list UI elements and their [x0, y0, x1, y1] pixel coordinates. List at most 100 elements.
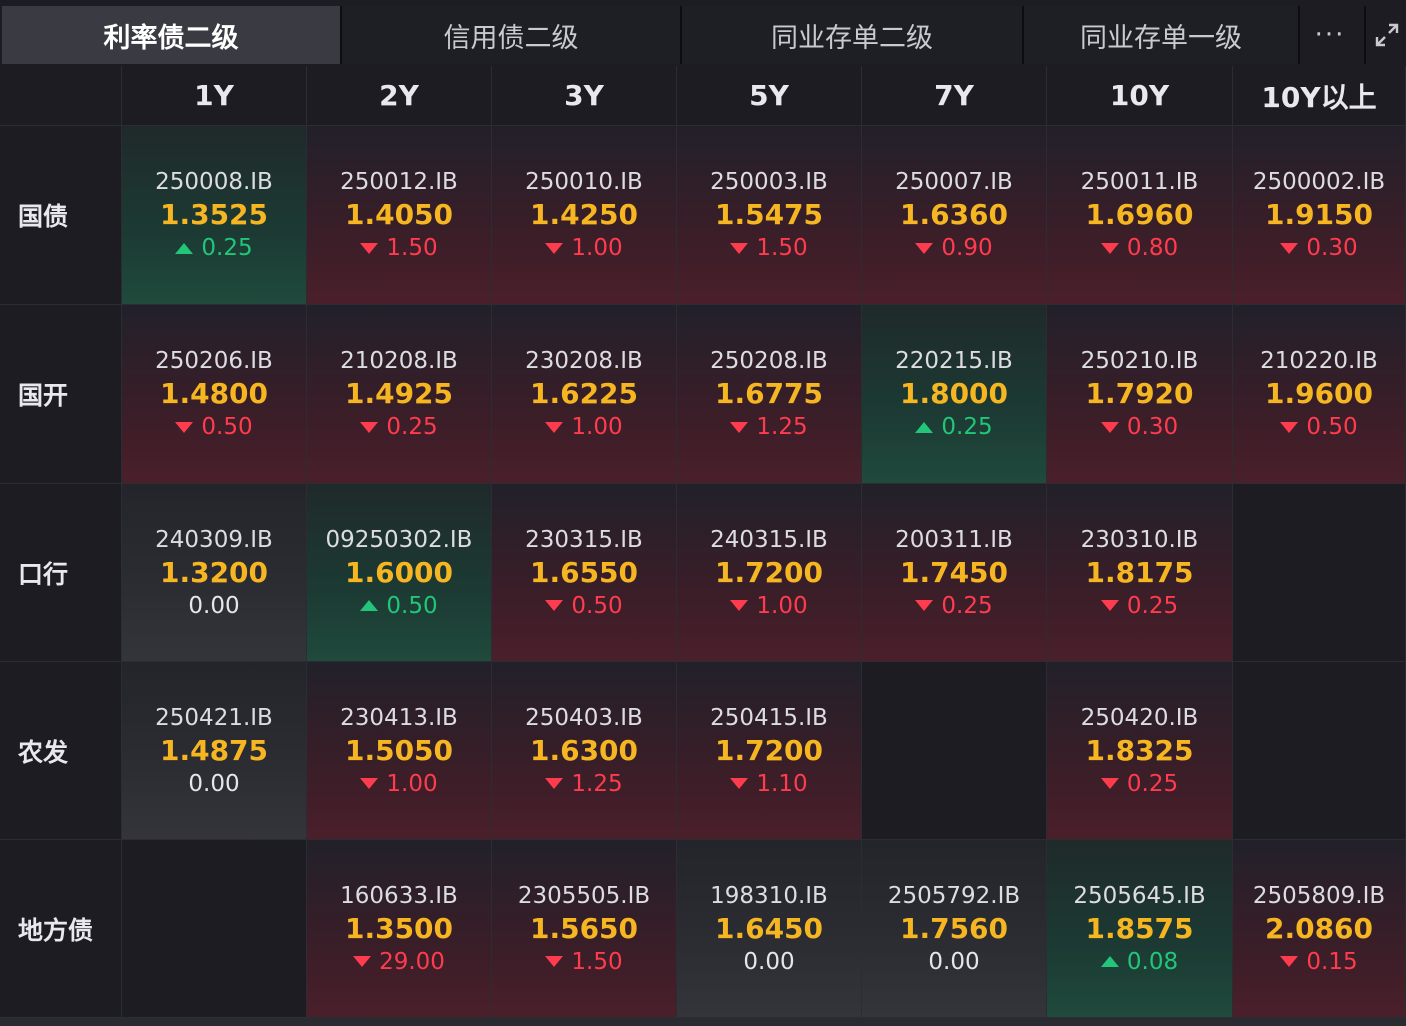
bond-yield: 1.8325	[1085, 733, 1194, 767]
change-value: 1.25	[571, 770, 623, 797]
bond-yield: 1.4800	[159, 377, 269, 410]
triangle-down-icon	[545, 242, 564, 254]
column-header: 2Y	[307, 66, 492, 126]
bond-cell[interactable]: 250210.IB 1.7920 0.30	[1047, 305, 1233, 484]
bond-cell[interactable]: 250008.IB 1.3525 0.25	[122, 126, 307, 305]
yield-change: 0.30	[1100, 411, 1178, 443]
bond-yield: 1.4250	[529, 198, 639, 231]
bond-cell[interactable]: 210208.IB 1.4925 0.25	[307, 305, 492, 484]
triangle-down-icon	[360, 778, 379, 789]
column-header: 1Y	[122, 66, 307, 126]
bond-cell[interactable]: 09250302.IB 1.6000 0.50	[307, 484, 492, 662]
bond-cell[interactable]: 250420.IB 1.8325 0.25	[1047, 662, 1233, 840]
bond-yield: 1.8175	[1085, 555, 1194, 589]
bond-cell[interactable]: 250206.IB 1.4800 0.50	[122, 305, 307, 484]
change-value: 0.15	[1306, 948, 1358, 975]
tab-0[interactable]: 利率债二级	[2, 6, 342, 64]
column-header: 10Y	[1047, 66, 1233, 126]
empty-cell	[122, 840, 307, 1018]
bond-yield: 1.7450	[899, 555, 1009, 589]
bond-cell[interactable]: 250403.IB 1.6300 1.25	[492, 662, 677, 840]
bond-cell[interactable]: 250415.IB 1.7200 1.10	[677, 662, 862, 840]
bond-cell[interactable]: 2505645.IB 1.8575 0.08	[1047, 840, 1233, 1018]
change-value: 0.08	[1126, 948, 1179, 975]
bond-cell[interactable]: 240309.IB 1.3200 0.00	[122, 484, 307, 662]
change-value: 1.00	[571, 235, 623, 261]
bond-cell[interactable]: 2305505.IB 1.5650 1.50	[492, 840, 677, 1018]
bond-yield: 1.6550	[529, 555, 639, 589]
triangle-up-icon	[360, 600, 379, 611]
bond-cell[interactable]: 2505809.IB 2.0860 0.15	[1233, 840, 1406, 1018]
tab-1[interactable]: 信用债二级	[342, 6, 682, 64]
yield-change: 1.50	[545, 946, 623, 978]
empty-cell	[1233, 484, 1406, 662]
bond-code: 250420.IB	[1080, 704, 1199, 731]
bottom-scrollbar[interactable]	[0, 1018, 1406, 1026]
bond-cell[interactable]: 250208.IB 1.6775 1.25	[677, 305, 862, 484]
bond-yield: 1.6450	[714, 911, 824, 945]
change-value: 29.00	[379, 948, 445, 975]
tab-3[interactable]: 同业存单一级	[1024, 6, 1300, 64]
bond-code: 250208.IB	[710, 348, 828, 374]
bond-yield: 1.8575	[1085, 911, 1194, 945]
bond-cell[interactable]: 220215.IB 1.8000 0.25	[862, 305, 1047, 484]
empty-cell	[862, 662, 1047, 840]
more-icon[interactable]: ···	[1300, 6, 1360, 64]
triangle-down-icon	[353, 956, 372, 967]
bond-code: 250415.IB	[710, 704, 828, 731]
bond-cell[interactable]: 230310.IB 1.8175 0.25	[1047, 484, 1233, 662]
bond-cell[interactable]: 230315.IB 1.6550 0.50	[492, 484, 677, 662]
bond-cell[interactable]: 250003.IB 1.5475 1.50	[677, 126, 862, 305]
bond-cell[interactable]: 250007.IB 1.6360 0.90	[862, 126, 1047, 305]
change-value: 1.00	[571, 414, 623, 440]
change-value: 0.90	[941, 235, 993, 261]
bond-code: 200311.IB	[895, 526, 1013, 553]
bond-yield: 1.3500	[344, 911, 454, 945]
change-value: 0.30	[1306, 235, 1358, 261]
expand-icon[interactable]	[1364, 6, 1406, 64]
bond-yield: 1.6225	[529, 377, 639, 410]
bond-yield: 1.4050	[344, 198, 454, 231]
bond-cell[interactable]: 230413.IB 1.5050 1.00	[307, 662, 492, 840]
bond-cell[interactable]: 2500002.IB 1.9150 0.30	[1233, 126, 1406, 305]
change-value: 0.50	[1306, 414, 1358, 440]
bond-cell[interactable]: 250421.IB 1.4875 0.00	[122, 662, 307, 840]
yield-change: 0.50	[1280, 411, 1358, 443]
bond-yield: 1.5050	[344, 733, 454, 767]
yield-change: 1.00	[360, 768, 438, 800]
row-label: 口行	[0, 484, 122, 662]
bond-cell[interactable]: 200311.IB 1.7450 0.25	[862, 484, 1047, 662]
bond-code: 2305505.IB	[517, 882, 651, 909]
change-value: 1.50	[571, 948, 623, 975]
row-label: 国开	[0, 305, 122, 484]
change-value: 0.80	[1126, 235, 1179, 261]
bond-cell[interactable]: 240315.IB 1.7200 1.00	[677, 484, 862, 662]
triangle-down-icon	[175, 421, 194, 433]
change-value: 0.25	[941, 592, 993, 619]
yield-change: 0.90	[915, 232, 993, 264]
bond-cell[interactable]: 160633.IB 1.3500 29.00	[307, 840, 492, 1018]
tab-2[interactable]: 同业存单二级	[682, 6, 1024, 64]
bond-cell[interactable]: 250012.IB 1.4050 1.50	[307, 126, 492, 305]
triangle-down-icon	[1280, 956, 1299, 967]
yield-change: 0.25	[1100, 590, 1178, 622]
bond-code: 210208.IB	[340, 348, 458, 374]
bond-code: 220215.IB	[895, 348, 1013, 374]
bond-code: 240315.IB	[710, 526, 828, 553]
bond-code: 2505809.IB	[1252, 882, 1386, 909]
bond-cell[interactable]: 198310.IB 1.6450 0.00	[677, 840, 862, 1018]
bond-cell[interactable]: 210220.IB 1.9600 0.50	[1233, 305, 1406, 484]
bond-code: 230310.IB	[1080, 526, 1199, 553]
bond-yield: 1.7200	[714, 733, 824, 767]
bond-cell[interactable]: 250011.IB 1.6960 0.80	[1047, 126, 1233, 305]
bond-cell[interactable]: 230208.IB 1.6225 1.00	[492, 305, 677, 484]
change-value: 0.00	[928, 948, 980, 975]
change-value: 1.10	[756, 770, 808, 797]
bond-code: 198310.IB	[710, 882, 828, 909]
bond-cell[interactable]: 250010.IB 1.4250 1.00	[492, 126, 677, 305]
bond-cell[interactable]: 2505792.IB 1.7560 0.00	[862, 840, 1047, 1018]
yield-change: 1.25	[545, 768, 623, 800]
bond-yield: 1.5475	[714, 198, 824, 231]
change-value: 0.00	[188, 592, 240, 619]
triangle-down-icon	[1280, 242, 1299, 254]
